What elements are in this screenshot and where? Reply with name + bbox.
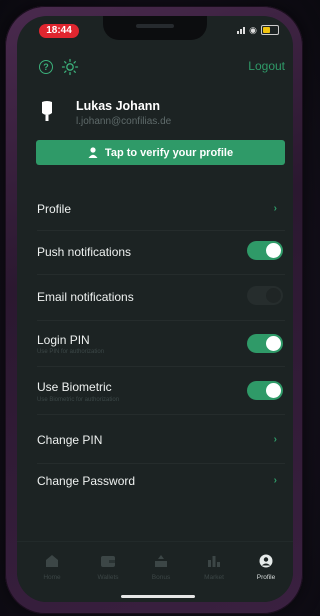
top-bar: ? Logout xyxy=(17,56,293,80)
settings-row-profile[interactable]: Profile › xyxy=(17,185,293,229)
status-time: 18:44 xyxy=(39,24,79,38)
profile-icon xyxy=(259,554,273,568)
tab-bar: Home Wallets Bonus Market Profile xyxy=(17,541,293,602)
wifi-icon: ◉ xyxy=(249,24,257,35)
settings-row-change-password[interactable]: Change Password › xyxy=(17,459,293,503)
tab-label: Profile xyxy=(256,574,276,581)
person-icon xyxy=(88,147,98,158)
app-screen: 18:44 ◉ ? Logout Lukas Johann l.johann@c… xyxy=(17,16,293,602)
verify-profile-button[interactable]: Tap to verify your profile xyxy=(36,140,285,165)
tab-label: Home xyxy=(43,574,61,581)
tab-market[interactable]: Market xyxy=(194,554,234,581)
settings-row-subtitle: Use Biometric for authorization xyxy=(37,397,120,403)
home-indicator xyxy=(121,595,195,598)
user-email: l.johann@confilias.de xyxy=(76,116,172,127)
notch xyxy=(103,16,207,40)
user-name: Lukas Johann xyxy=(76,99,161,113)
settings-row-biometric: Use Biometric Use Biometric for authoriz… xyxy=(17,366,293,410)
system-icons: ◉ xyxy=(237,25,279,35)
logout-button[interactable]: Logout xyxy=(248,59,285,73)
settings-row-title: Profile xyxy=(37,202,72,216)
tab-wallets[interactable]: Wallets xyxy=(88,554,128,581)
login-pin-toggle[interactable] xyxy=(247,334,283,353)
bonus-icon xyxy=(155,555,167,567)
avatar-icon xyxy=(42,101,52,121)
settings-row-title: Email notifications xyxy=(37,290,134,304)
home-icon xyxy=(46,555,58,567)
tab-label: Wallets xyxy=(97,574,119,581)
settings-row-title: Login PIN xyxy=(37,333,90,347)
tab-bonus[interactable]: Bonus xyxy=(141,554,181,581)
chevron-right-icon: › xyxy=(273,203,277,214)
chevron-right-icon: › xyxy=(273,434,277,445)
settings-row-title: Use Biometric xyxy=(37,380,112,394)
tab-profile[interactable]: Profile xyxy=(246,554,286,581)
push-notifications-toggle[interactable] xyxy=(247,241,283,260)
settings-row-title: Change PIN xyxy=(37,433,103,447)
market-icon xyxy=(208,556,220,567)
settings-row-title: Change Password xyxy=(37,474,136,488)
tab-label: Market xyxy=(204,574,224,581)
settings-row-push-notifications: Push notifications xyxy=(17,230,293,274)
settings-row-email-notifications: Email notifications xyxy=(17,274,293,318)
divider xyxy=(37,414,285,415)
chevron-right-icon: › xyxy=(273,475,277,486)
help-icon[interactable]: ? xyxy=(39,60,53,74)
tab-label: Bonus xyxy=(151,574,171,581)
settings-row-login-pin: Login PIN Use PIN for authorization xyxy=(17,320,293,364)
wallet-icon xyxy=(101,556,115,567)
battery-icon xyxy=(261,25,279,35)
verify-profile-label: Tap to verify your profile xyxy=(104,146,234,159)
signal-icon xyxy=(237,26,246,34)
settings-row-change-pin[interactable]: Change PIN › xyxy=(17,418,293,462)
settings-row-title: Push notifications xyxy=(37,245,132,259)
user-header: Lukas Johann l.johann@confilias.de xyxy=(17,94,293,134)
email-notifications-toggle[interactable] xyxy=(247,286,283,305)
biometric-toggle[interactable] xyxy=(247,381,283,400)
tab-home[interactable]: Home xyxy=(32,554,72,581)
sun-icon[interactable] xyxy=(61,58,79,76)
status-bar: 18:44 ◉ xyxy=(17,16,293,46)
settings-row-subtitle: Use PIN for authorization xyxy=(37,349,105,355)
